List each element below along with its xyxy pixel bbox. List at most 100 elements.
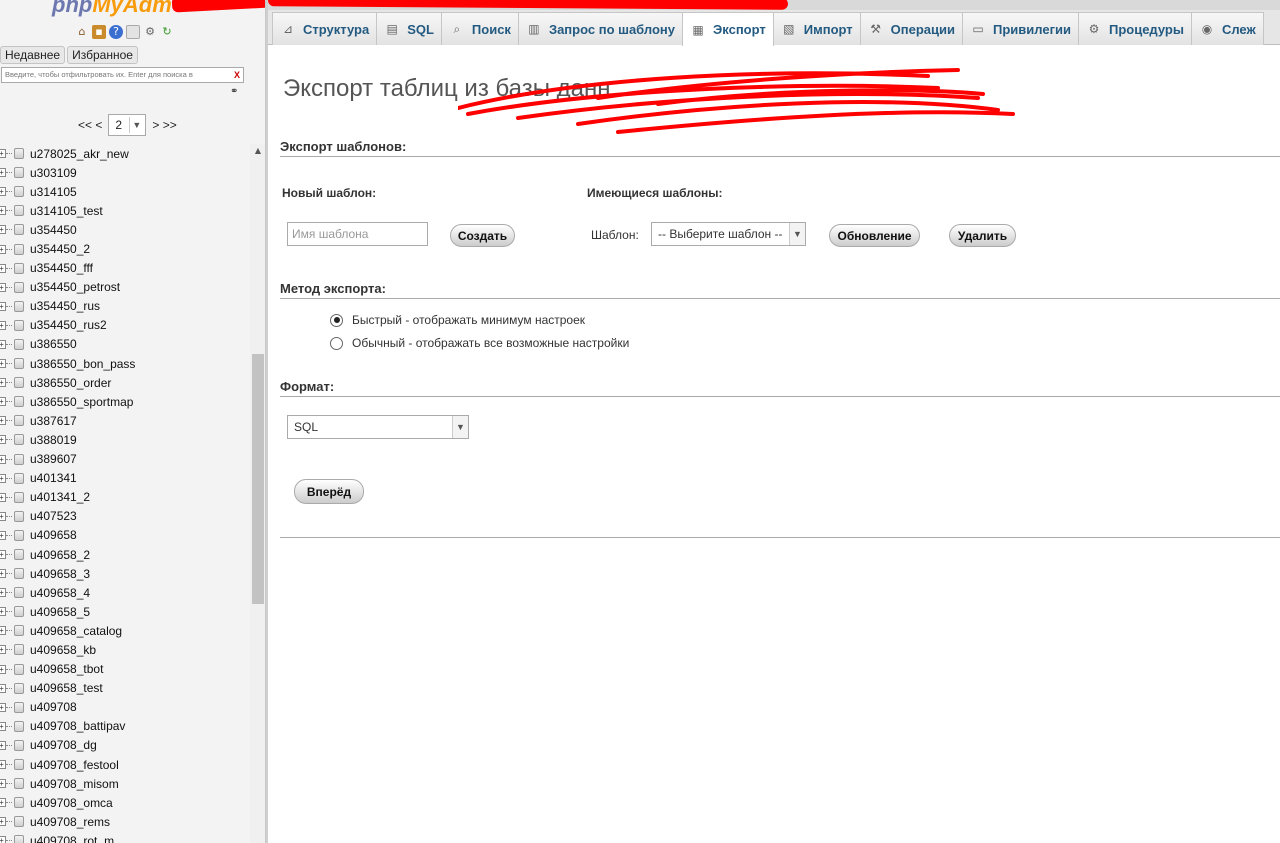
db-tree-item[interactable]: +u389607 <box>0 450 250 469</box>
db-tree-item[interactable]: +u354450 <box>0 220 250 239</box>
reload-icon[interactable]: ↻ <box>160 25 174 39</box>
db-tree-item[interactable]: +u409658_4 <box>0 583 250 602</box>
db-name[interactable]: u278025_akr_new <box>30 147 129 161</box>
db-tree-item[interactable]: +u409658_5 <box>0 602 250 621</box>
db-name[interactable]: u314105_test <box>30 204 103 218</box>
tab-search[interactable]: ⌕ Поиск <box>440 12 519 45</box>
db-tree-item[interactable]: +u409708 <box>0 698 250 717</box>
db-tree-item[interactable]: +u409708_misom <box>0 774 250 793</box>
tab-import[interactable]: ▧ Импорт <box>772 12 861 45</box>
nav-scrollbar[interactable]: ▲ <box>250 144 265 843</box>
page-select[interactable]: 2 ▼ <box>108 114 147 136</box>
link-chain-icon[interactable]: ⚭ <box>230 86 238 97</box>
tab-query[interactable]: ▥ Запрос по шаблону <box>517 12 684 45</box>
db-name[interactable]: u409708_omca <box>30 796 113 810</box>
db-tree-item[interactable]: +u386550_order <box>0 373 250 392</box>
db-tree-item[interactable]: +u354450_petrost <box>0 278 250 297</box>
db-tree-item[interactable]: +u387617 <box>0 411 250 430</box>
quick-method-radio[interactable] <box>330 313 343 327</box>
db-name[interactable]: u409658_3 <box>30 567 90 581</box>
db-name[interactable]: u386550 <box>30 337 77 351</box>
db-name[interactable]: u386550_order <box>30 376 111 390</box>
favorites-tab[interactable]: Избранное <box>67 46 138 64</box>
db-name[interactable]: u409658_kb <box>30 643 96 657</box>
db-name[interactable]: u409658_test <box>30 681 103 695</box>
db-tree-item[interactable]: +u354450_rus <box>0 297 250 316</box>
db-name[interactable]: u409708_misom <box>30 777 119 791</box>
pager-prev-link[interactable]: << < <box>78 118 102 132</box>
db-tree-item[interactable]: +u409658_catalog <box>0 621 250 640</box>
db-tree-item[interactable]: +u354450_rus2 <box>0 316 250 335</box>
db-tree-item[interactable]: +u388019 <box>0 430 250 449</box>
tab-wrench[interactable]: ⚒ Операции <box>859 12 963 45</box>
db-tree-item[interactable]: +u409658_2 <box>0 545 250 564</box>
filter-databases-input[interactable]: Введите, чтобы отфильтровать их. Enter д… <box>1 67 244 83</box>
custom-method-option[interactable]: Обычный - отображать все возможные настр… <box>330 336 629 350</box>
tab-tracking[interactable]: ◉ Слеж <box>1190 12 1264 45</box>
scroll-up-icon[interactable]: ▲ <box>252 144 264 158</box>
format-select[interactable]: SQL ▼ <box>287 415 469 439</box>
db-tree-item[interactable]: +u386550_bon_pass <box>0 354 250 373</box>
db-tree-item[interactable]: +u409708_omca <box>0 793 250 812</box>
home-icon[interactable]: ⌂ <box>75 25 89 39</box>
db-tree-item[interactable]: +u303109 <box>0 163 250 182</box>
db-tree-item[interactable]: +u314105_test <box>0 201 250 220</box>
docs-icon[interactable] <box>126 25 140 39</box>
db-name[interactable]: u354450_rus <box>30 299 100 313</box>
db-tree-item[interactable]: +u401341_2 <box>0 488 250 507</box>
db-tree-item[interactable]: +u386550 <box>0 335 250 354</box>
db-tree-item[interactable]: +u386550_sportmap <box>0 392 250 411</box>
db-name[interactable]: u354450_rus2 <box>30 318 107 332</box>
db-tree-item[interactable]: +u409658_test <box>0 679 250 698</box>
db-tree-item[interactable]: +u401341 <box>0 469 250 488</box>
tab-routines[interactable]: ⚙ Процедуры <box>1077 12 1192 45</box>
db-name[interactable]: u386550_sportmap <box>30 395 133 409</box>
tab-export[interactable]: ▦ Экспорт <box>682 12 774 46</box>
db-name[interactable]: u401341 <box>30 471 77 485</box>
db-tree-item[interactable]: +u409658 <box>0 526 250 545</box>
db-name[interactable]: u409658_catalog <box>30 624 122 638</box>
custom-method-radio[interactable] <box>330 336 343 350</box>
go-button[interactable]: Вперёд <box>294 479 364 504</box>
db-tree-item[interactable]: +u278025_akr_new <box>0 144 250 163</box>
db-name[interactable]: u407523 <box>30 509 77 523</box>
db-name[interactable]: u409708_rems <box>30 815 110 829</box>
db-name[interactable]: u303109 <box>30 166 77 180</box>
db-name[interactable]: u354450_fff <box>30 261 93 275</box>
template-name-input[interactable]: Имя шаблона <box>287 222 428 246</box>
help-icon[interactable]: ? <box>109 25 123 39</box>
db-tree-item[interactable]: +u409708_rems <box>0 812 250 831</box>
clear-filter-icon[interactable]: X <box>234 68 240 82</box>
db-name[interactable]: u354450 <box>30 223 77 237</box>
db-tree-item[interactable]: +u409708_dg <box>0 736 250 755</box>
exit-icon[interactable]: ▪ <box>92 25 106 39</box>
db-tree-item[interactable]: +u354450_2 <box>0 239 250 258</box>
db-name[interactable]: u389607 <box>30 452 77 466</box>
db-name[interactable]: u401341_2 <box>30 490 90 504</box>
db-name[interactable]: u386550_bon_pass <box>30 357 135 371</box>
db-name[interactable]: u409708_festool <box>30 758 119 772</box>
template-select[interactable]: -- Выберите шаблон -- ▼ <box>651 222 806 246</box>
db-name[interactable]: u409658 <box>30 528 77 542</box>
db-name[interactable]: u409658_tbot <box>30 662 103 676</box>
quick-method-option[interactable]: Быстрый - отображать минимум настроек <box>330 313 585 327</box>
db-tree-item[interactable]: +u409708_festool <box>0 755 250 774</box>
db-tree-item[interactable]: +u409658_3 <box>0 564 250 583</box>
tab-structure[interactable]: ⊿ Структура <box>272 12 378 45</box>
db-name[interactable]: u409658_4 <box>30 586 90 600</box>
tab-sql[interactable]: ▤ SQL <box>376 12 442 45</box>
delete-template-button[interactable]: Удалить <box>949 224 1016 247</box>
db-name[interactable]: u354450_2 <box>30 242 90 256</box>
tab-privileges[interactable]: ▭ Привилегии <box>962 12 1079 45</box>
db-name[interactable]: u409708_battipav <box>30 719 125 733</box>
db-name[interactable]: u388019 <box>30 433 77 447</box>
scroll-thumb[interactable] <box>252 354 264 604</box>
db-tree-item[interactable]: +u409708_rot_m <box>0 831 250 843</box>
update-template-button[interactable]: Обновление <box>829 224 920 247</box>
db-tree-item[interactable]: +u314105 <box>0 182 250 201</box>
db-name[interactable]: u409708 <box>30 700 77 714</box>
db-tree-item[interactable]: +u354450_fff <box>0 259 250 278</box>
phpmyadmin-logo[interactable]: phpMyAdm <box>52 0 172 18</box>
pager-next-link[interactable]: > >> <box>152 118 176 132</box>
create-template-button[interactable]: Создать <box>450 224 515 247</box>
